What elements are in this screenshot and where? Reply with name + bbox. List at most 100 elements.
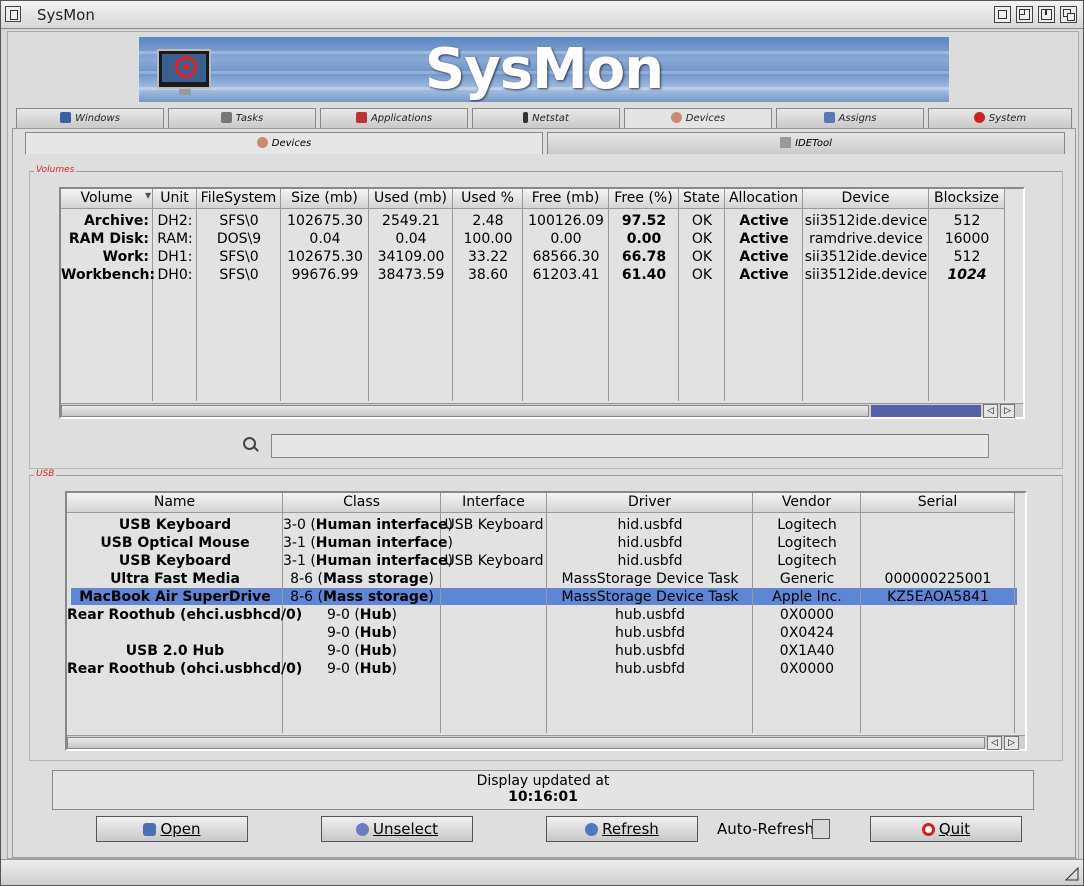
column-header[interactable]: Blocksize xyxy=(929,189,1005,209)
column-header[interactable]: Class xyxy=(283,493,441,513)
class-code: 8-6 ( xyxy=(290,589,323,605)
column-header[interactable]: Unit xyxy=(153,189,197,209)
quit-button[interactable]: Quit xyxy=(870,816,1022,842)
scroll-left-icon[interactable]: ◁ xyxy=(983,404,998,418)
table-cell: 102675.30 xyxy=(287,213,363,229)
table-cell: 1024 xyxy=(947,267,987,283)
unselect-button[interactable]: Unselect xyxy=(321,816,473,842)
table-cell: hid.usbfd xyxy=(617,553,683,569)
table-cell: OK xyxy=(691,249,713,265)
bottom-bar xyxy=(1,859,1083,885)
column-header[interactable]: FileSystem xyxy=(197,189,281,209)
column-header[interactable]: Used % xyxy=(453,189,523,209)
table-cell: 9-0 (Hub) xyxy=(283,642,441,660)
status-panel: Display updated at 10:16:01 xyxy=(52,770,1034,810)
tab-tasks[interactable]: Tasks xyxy=(168,108,316,128)
main-tabs: Windows Tasks Applications Netstat Devic… xyxy=(16,108,1072,130)
table-cell: 512 xyxy=(953,213,981,229)
table-cell: 100.00 xyxy=(463,231,513,247)
table-cell: USB 2.0 Hub xyxy=(125,643,225,659)
resize-handle-icon[interactable] xyxy=(1065,867,1079,881)
column-header[interactable]: Used (mb) xyxy=(369,189,453,209)
scrollbar-knob[interactable] xyxy=(67,737,985,749)
table-cell: ramdrive.device xyxy=(809,231,923,247)
scroll-left-icon[interactable]: ◁ xyxy=(987,736,1002,750)
windows-icon xyxy=(60,112,72,123)
table-cell: DH1: xyxy=(157,249,193,265)
table-cell: Active xyxy=(739,267,789,283)
iconify-icon[interactable] xyxy=(994,6,1011,23)
tab-netstat[interactable]: Netstat xyxy=(472,108,620,128)
table-cell: hid.usbfd xyxy=(617,517,683,533)
devices-page: Devices IDETool Volumes Volume Archive: RA… xyxy=(12,128,1076,858)
class-code: 3-1 ( xyxy=(283,553,316,569)
class-name: Human interface xyxy=(315,535,448,551)
table-cell: Workbench: xyxy=(61,267,156,283)
column-header[interactable]: Free (mb) xyxy=(523,189,609,209)
tab-assigns[interactable]: Assigns xyxy=(776,108,924,128)
column-header[interactable]: Allocation xyxy=(725,189,803,209)
column-header[interactable]: Name xyxy=(67,493,283,513)
table-cell: USB Keyboard xyxy=(444,517,544,533)
column-header[interactable]: Volume xyxy=(61,189,153,209)
tasks-icon xyxy=(220,112,232,123)
depth-icon[interactable] xyxy=(1060,6,1077,23)
table-cell: 0.04 xyxy=(309,231,341,247)
refresh-button[interactable]: Refresh xyxy=(546,816,698,842)
table-cell: 68566.30 xyxy=(532,249,600,265)
usb-horizontal-scrollbar[interactable]: ◁ ▷ xyxy=(67,735,1025,750)
table-cell: 0.00 xyxy=(550,231,582,247)
table-cell: Archive: xyxy=(83,213,149,229)
column-header[interactable]: Interface xyxy=(441,493,547,513)
class-close: ) xyxy=(428,571,434,587)
unselect-icon xyxy=(355,823,369,836)
zoom-icon[interactable] xyxy=(1016,6,1033,23)
table-cell: USB Keyboard xyxy=(118,517,232,533)
title-bar[interactable]: SysMon xyxy=(1,1,1083,29)
class-name: Hub xyxy=(359,607,392,623)
class-close: ) xyxy=(391,643,397,659)
sub-tabs: Devices IDETool xyxy=(25,132,1065,154)
scroll-right-icon[interactable]: ▷ xyxy=(1004,736,1019,750)
tab-system[interactable]: System xyxy=(928,108,1072,128)
subtab-idetool[interactable]: IDETool xyxy=(547,132,1065,154)
column-header[interactable]: Driver xyxy=(547,493,753,513)
tab-windows[interactable]: Windows xyxy=(16,108,164,128)
column-header[interactable]: Size (mb) xyxy=(281,189,369,209)
table-cell: 99676.99 xyxy=(291,267,359,283)
auto-refresh-checkbox[interactable] xyxy=(812,819,830,839)
column-header[interactable]: Free (%) xyxy=(609,189,679,209)
table-cell: 97.52 xyxy=(621,213,667,229)
column-header[interactable]: State xyxy=(679,189,725,209)
column-header[interactable]: Serial xyxy=(861,493,1015,513)
usb-list[interactable]: Name USB Keyboard USB Optical Mouse USB Key… xyxy=(65,491,1027,751)
table-cell xyxy=(861,624,1015,642)
table-cell: OK xyxy=(691,213,713,229)
scrollbar-thumb[interactable] xyxy=(871,405,981,417)
table-cell: Logitech xyxy=(777,553,837,569)
scrollbar-knob[interactable] xyxy=(61,405,869,417)
applications-icon xyxy=(355,112,367,123)
table-cell: 16000 xyxy=(944,231,990,247)
table-cell: hub.usbfd xyxy=(615,661,685,677)
class-name: Hub xyxy=(359,661,392,677)
tab-applications[interactable]: Applications xyxy=(320,108,468,128)
volume-search-input[interactable] xyxy=(271,434,989,458)
scroll-right-icon[interactable]: ▷ xyxy=(1000,404,1015,418)
volumes-list[interactable]: Volume Archive: RAM Disk: Work: Workbench: Un… xyxy=(59,187,1025,419)
column-header[interactable]: Device xyxy=(803,189,929,209)
volumes-horizontal-scrollbar[interactable]: ◁ ▷ xyxy=(61,403,1023,418)
subtab-devices[interactable]: Devices xyxy=(25,132,543,154)
table-cell: OK xyxy=(691,267,713,283)
snapshot-icon[interactable] xyxy=(1038,6,1055,23)
open-button[interactable]: Open xyxy=(96,816,248,842)
table-cell: Active xyxy=(739,231,789,247)
close-window-icon[interactable] xyxy=(5,6,21,22)
table-cell: SFS\0 xyxy=(219,267,259,283)
table-cell: sii3512ide.device xyxy=(804,249,928,265)
column-header[interactable]: Vendor xyxy=(753,493,861,513)
status-time: 10:16:01 xyxy=(508,789,578,805)
class-close: ) xyxy=(391,661,397,677)
table-cell: MassStorage Device Task xyxy=(561,571,739,587)
tab-devices[interactable]: Devices xyxy=(624,108,772,130)
